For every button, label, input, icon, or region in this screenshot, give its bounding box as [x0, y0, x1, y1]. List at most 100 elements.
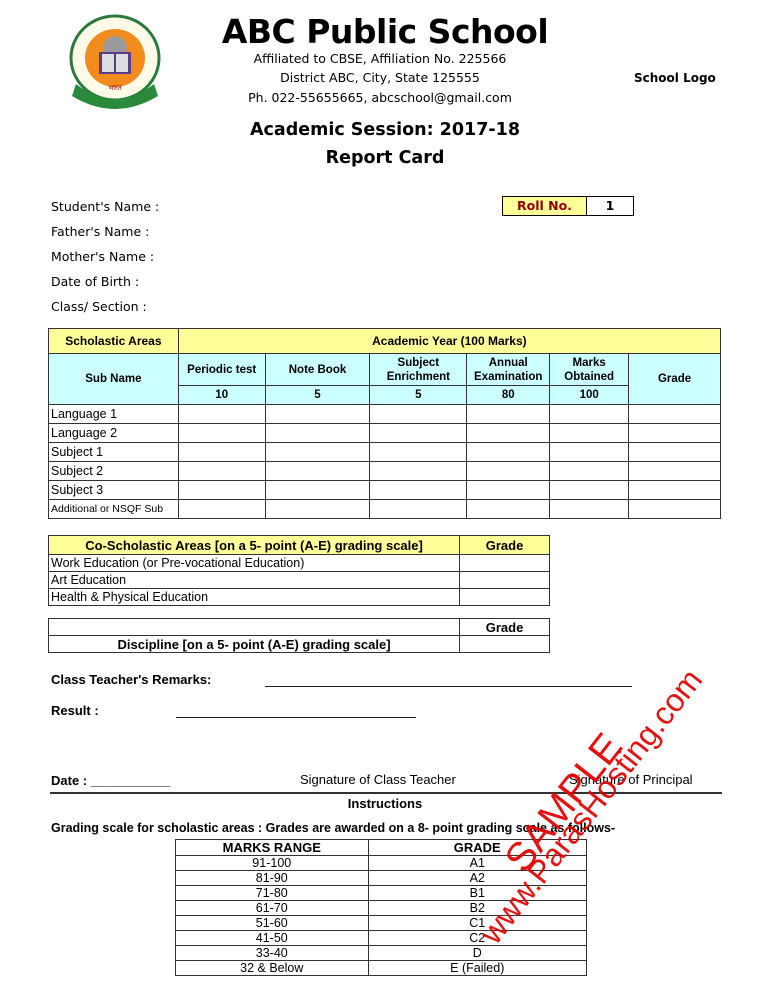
- marks-cell[interactable]: [466, 499, 551, 519]
- scholastic-areas-header: Scholastic Areas: [48, 328, 179, 354]
- col-header-marks-obtained: Marks Obtained: [549, 353, 630, 386]
- marks-cell[interactable]: [264, 404, 371, 424]
- marks-cell[interactable]: [369, 499, 468, 519]
- grading-row: 32 & Below E (Failed): [175, 960, 588, 976]
- marks-cell[interactable]: [549, 442, 630, 462]
- marks-range: 71-80: [175, 885, 369, 901]
- marks-cell[interactable]: [628, 404, 721, 424]
- marks-cell[interactable]: [549, 480, 630, 500]
- cbse-emblem-icon: भारत: [66, 14, 164, 116]
- max-annual-exam: 80: [466, 385, 551, 405]
- marks-range: 33-40: [175, 945, 369, 961]
- marks-range: 51-60: [175, 915, 369, 931]
- marks-cell[interactable]: [264, 423, 371, 443]
- father-name-label: Father's Name :: [51, 224, 150, 239]
- co-scholastic-row: Art Education: [47, 571, 550, 589]
- discipline-grade-cell[interactable]: [459, 635, 550, 653]
- co-scholastic-area: Health & Physical Education: [47, 588, 461, 606]
- roll-number-box: Roll No. 1: [502, 196, 634, 216]
- subject-name: Language 2: [48, 423, 179, 443]
- marks-cell[interactable]: [549, 423, 630, 443]
- subject-row: Subject 1: [48, 442, 721, 462]
- grade-header: Grade: [628, 353, 721, 405]
- marks-cell[interactable]: [549, 461, 630, 481]
- col-header-subject-enrichment: Subject Enrichment: [369, 353, 468, 386]
- academic-year-header: Academic Year (100 Marks): [177, 328, 722, 354]
- marks-cell[interactable]: [466, 423, 551, 443]
- svg-text:भारत: भारत: [108, 84, 123, 92]
- subject-row: Additional or NSQF Sub: [48, 499, 721, 519]
- marks-cell[interactable]: [264, 480, 371, 500]
- discipline-table: Grade Discipline [on a 5- point (A-E) gr…: [47, 618, 550, 653]
- class-section-label: Class/ Section :: [51, 299, 147, 314]
- subject-name: Additional or NSQF Sub: [48, 499, 179, 519]
- marks-cell[interactable]: [549, 404, 630, 424]
- co-scholastic-table: Co-Scholastic Areas [on a 5- point (A-E)…: [47, 535, 550, 606]
- marks-cell[interactable]: [177, 461, 266, 481]
- marks-cell[interactable]: [628, 461, 721, 481]
- max-marks-obtained: 100: [549, 385, 630, 405]
- school-name: ABC Public School: [221, 12, 549, 51]
- marks-cell[interactable]: [466, 442, 551, 462]
- roll-number-value[interactable]: 1: [587, 197, 633, 215]
- marks-cell[interactable]: [466, 404, 551, 424]
- marks-cell[interactable]: [628, 499, 721, 519]
- discipline-blank: [47, 618, 461, 636]
- teacher-remarks-line[interactable]: [265, 686, 632, 687]
- marks-cell[interactable]: [466, 461, 551, 481]
- co-scholastic-header: Co-Scholastic Areas [on a 5- point (A-E)…: [47, 535, 461, 555]
- mother-name-label: Mother's Name :: [51, 249, 155, 264]
- grade-value: C2: [367, 930, 588, 946]
- marks-cell[interactable]: [369, 423, 468, 443]
- subject-row: Language 1: [48, 404, 721, 424]
- marks-cell[interactable]: [628, 480, 721, 500]
- subject-row: Subject 3: [48, 480, 721, 500]
- marks-cell[interactable]: [628, 442, 721, 462]
- result-line[interactable]: [176, 717, 416, 718]
- marks-cell[interactable]: [264, 499, 371, 519]
- marks-cell[interactable]: [549, 499, 630, 519]
- co-scholastic-grade-header: Grade: [459, 535, 550, 555]
- subject-row: Subject 2: [48, 461, 721, 481]
- marks-cell[interactable]: [369, 404, 468, 424]
- marks-range: 91-100: [175, 855, 369, 871]
- marks-cell[interactable]: [628, 423, 721, 443]
- marks-range: 41-50: [175, 930, 369, 946]
- class-teacher-signature: Signature of Class Teacher: [300, 772, 456, 787]
- marks-range: 61-70: [175, 900, 369, 916]
- marks-cell[interactable]: [369, 480, 468, 500]
- co-scholastic-grade-cell[interactable]: [459, 588, 550, 606]
- student-name-label: Student's Name :: [51, 199, 160, 214]
- discipline-grade-header: Grade: [459, 618, 550, 636]
- roll-number-label: Roll No.: [503, 197, 587, 215]
- marks-cell[interactable]: [466, 480, 551, 500]
- marks-cell[interactable]: [177, 423, 266, 443]
- marks-range: 81-90: [175, 870, 369, 886]
- instructions-title: Instructions: [347, 796, 423, 811]
- col-header-periodic-test: Periodic test: [177, 353, 266, 386]
- marks-cell[interactable]: [369, 442, 468, 462]
- marks-range: 32 & Below: [175, 960, 369, 976]
- result-label: Result :: [51, 703, 99, 718]
- max-periodic-test: 10: [177, 385, 266, 405]
- grade-value: D: [367, 945, 588, 961]
- marks-cell[interactable]: [177, 499, 266, 519]
- marks-cell[interactable]: [264, 461, 371, 481]
- co-scholastic-area: Work Education (or Pre-vocational Educat…: [47, 554, 461, 572]
- marks-cell[interactable]: [177, 442, 266, 462]
- marks-cell[interactable]: [177, 480, 266, 500]
- marks-cell[interactable]: [369, 461, 468, 481]
- grade-value: B2: [367, 900, 588, 916]
- marks-cell[interactable]: [177, 404, 266, 424]
- col-header-annual-exam: Annual Examination: [466, 353, 551, 386]
- report-card-title: Report Card: [325, 148, 445, 168]
- co-scholastic-grade-cell[interactable]: [459, 571, 550, 589]
- marks-cell[interactable]: [264, 442, 371, 462]
- co-scholastic-grade-cell[interactable]: [459, 554, 550, 572]
- discipline-label: Discipline [on a 5- point (A-E) grading …: [47, 635, 461, 653]
- date-label: Date : ___________: [51, 773, 171, 788]
- contact-text: Ph. 022-55655665, abcschool@gmail.com: [248, 90, 512, 105]
- max-note-book: 5: [264, 385, 371, 405]
- affiliation-text: Affiliated to CBSE, Affiliation No. 2255…: [253, 51, 507, 66]
- address-text: District ABC, City, State 125555: [280, 70, 480, 85]
